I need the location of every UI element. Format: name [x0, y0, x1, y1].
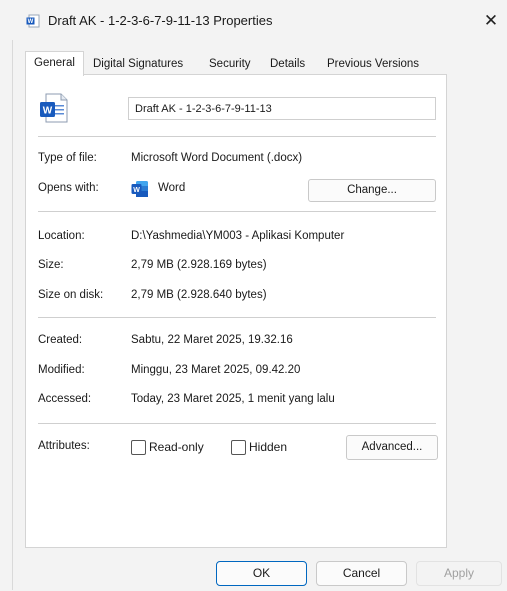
- size-on-disk-value: 2,79 MB (2.928.640 bytes): [131, 289, 267, 301]
- hidden-label: Hidden: [249, 440, 288, 454]
- separator: [38, 317, 436, 318]
- word-file-icon: W: [40, 93, 68, 123]
- tab-previous-versions[interactable]: Previous Versions: [327, 55, 419, 74]
- created-label: Created:: [38, 334, 83, 346]
- close-icon: ✕: [483, 11, 499, 30]
- accessed-label: Accessed:: [38, 393, 92, 405]
- advanced-button[interactable]: Advanced...: [346, 435, 438, 460]
- cancel-button[interactable]: Cancel: [316, 561, 407, 586]
- svg-text:W: W: [43, 106, 53, 117]
- general-panel: [25, 74, 447, 548]
- title-bar: W Draft AK - 1-2-3-6-7-9-11-13 Propertie…: [0, 0, 507, 44]
- tab-digital-signatures[interactable]: Digital Signatures: [93, 55, 183, 74]
- accessed-value: Today, 23 Maret 2025, 1 menit yang lalu: [131, 393, 335, 405]
- word-app-icon: W: [131, 181, 148, 197]
- checkbox-box[interactable]: [231, 440, 246, 455]
- window-edge: [12, 40, 13, 590]
- type-of-file-label: Type of file:: [38, 152, 97, 164]
- attributes-label: Attributes:: [38, 440, 90, 452]
- tab-details[interactable]: Details: [270, 55, 305, 74]
- read-only-checkbox[interactable]: Read-only: [131, 440, 211, 456]
- change-button[interactable]: Change...: [308, 179, 436, 202]
- svg-text:W: W: [133, 187, 140, 194]
- window-title: Draft AK - 1-2-3-6-7-9-11-13 Properties: [48, 13, 273, 28]
- checkbox-box[interactable]: [131, 440, 146, 455]
- tab-general[interactable]: General: [25, 51, 84, 76]
- hidden-checkbox[interactable]: Hidden: [231, 440, 301, 456]
- location-value: D:\Yashmedia\YM003 - Aplikasi Komputer: [131, 230, 345, 242]
- modified-label: Modified:: [38, 364, 85, 376]
- type-of-file-value: Microsoft Word Document (.docx): [131, 152, 303, 164]
- opens-with-label: Opens with:: [38, 182, 99, 194]
- close-button[interactable]: ✕: [478, 8, 504, 34]
- created-value: Sabtu, 22 Maret 2025, 19.32.16: [131, 334, 293, 346]
- svg-text:W: W: [28, 19, 34, 25]
- separator: [38, 136, 436, 137]
- read-only-label: Read-only: [149, 440, 204, 454]
- size-value: 2,79 MB (2.928.169 bytes): [131, 259, 267, 271]
- opens-with-value: Word: [158, 182, 186, 194]
- location-label: Location:: [38, 230, 85, 242]
- size-label: Size:: [38, 259, 64, 271]
- separator: [38, 211, 436, 212]
- size-on-disk-label: Size on disk:: [38, 289, 104, 301]
- apply-button[interactable]: Apply: [416, 561, 502, 586]
- word-document-icon: W: [26, 14, 40, 28]
- file-name-field[interactable]: [128, 97, 436, 120]
- tab-security[interactable]: Security: [209, 55, 251, 74]
- ok-button[interactable]: OK: [216, 561, 307, 586]
- modified-value: Minggu, 23 Maret 2025, 09.42.20: [131, 364, 301, 376]
- separator: [38, 423, 436, 424]
